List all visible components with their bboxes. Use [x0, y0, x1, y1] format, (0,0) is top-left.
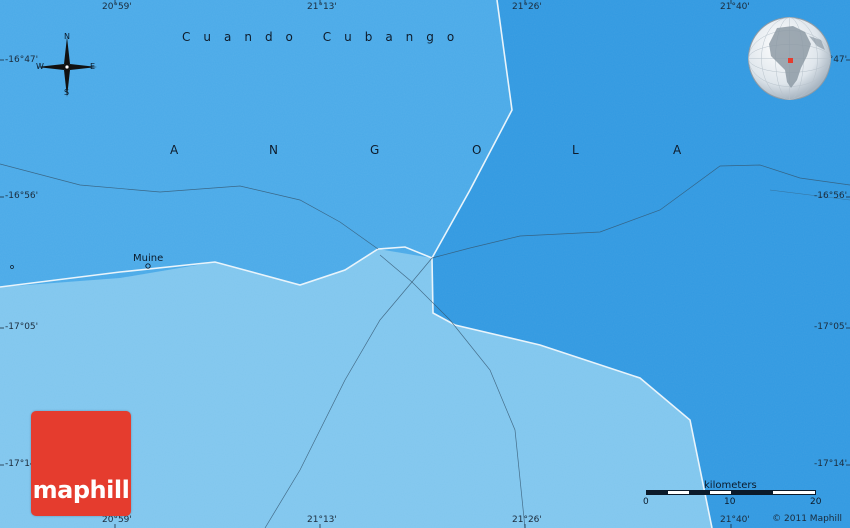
copyright-text: © 2011 Maphill	[772, 514, 842, 524]
globe-location-marker	[788, 58, 793, 63]
compass-north-label: N	[64, 32, 70, 41]
compass-rose: N S E W	[34, 32, 100, 100]
country-letter-4: O	[472, 143, 482, 157]
coord-top-2: 21°13'	[307, 2, 337, 12]
globe-icon	[748, 17, 831, 100]
scale-tick-0: 0	[643, 497, 649, 507]
scale-bar	[646, 490, 816, 495]
coord-top-3: 21°26'	[512, 2, 542, 12]
country-letter-1: A	[170, 143, 179, 157]
city-label-muine[interactable]: Muine	[133, 253, 163, 264]
logo-text: maphill	[32, 476, 130, 504]
compass-east-label: E	[90, 62, 96, 71]
region-label: Cuando Cubango	[182, 30, 468, 44]
country-letter-6: A	[673, 143, 682, 157]
scale-tick-20: 20	[810, 497, 822, 507]
coord-bottom-1: 20°59'	[102, 515, 132, 525]
coord-right-2: -16°56'	[814, 191, 848, 201]
coord-top-1: 20°59'	[102, 2, 132, 12]
coord-right-3: -17°05'	[814, 322, 848, 332]
coord-bottom-2: 21°13'	[307, 515, 337, 525]
scale-tick-10: 10	[724, 497, 736, 507]
coord-right-4: -17°14'	[814, 459, 848, 469]
compass-south-label: S	[64, 88, 70, 97]
locator-globe[interactable]	[747, 16, 832, 101]
coord-bottom-4: 21°40'	[720, 515, 750, 525]
maphill-logo[interactable]: maphill	[31, 411, 131, 516]
country-letter-5: L	[572, 143, 579, 157]
country-letter-2: N	[269, 143, 278, 157]
coord-left-2: -16°56'	[5, 191, 39, 201]
coord-top-4: 21°40'	[720, 2, 750, 12]
coord-left-3: -17°05'	[5, 322, 39, 332]
coord-bottom-3: 21°26'	[512, 515, 542, 525]
compass-west-label: W	[36, 62, 44, 71]
country-letter-3: G	[370, 143, 380, 157]
